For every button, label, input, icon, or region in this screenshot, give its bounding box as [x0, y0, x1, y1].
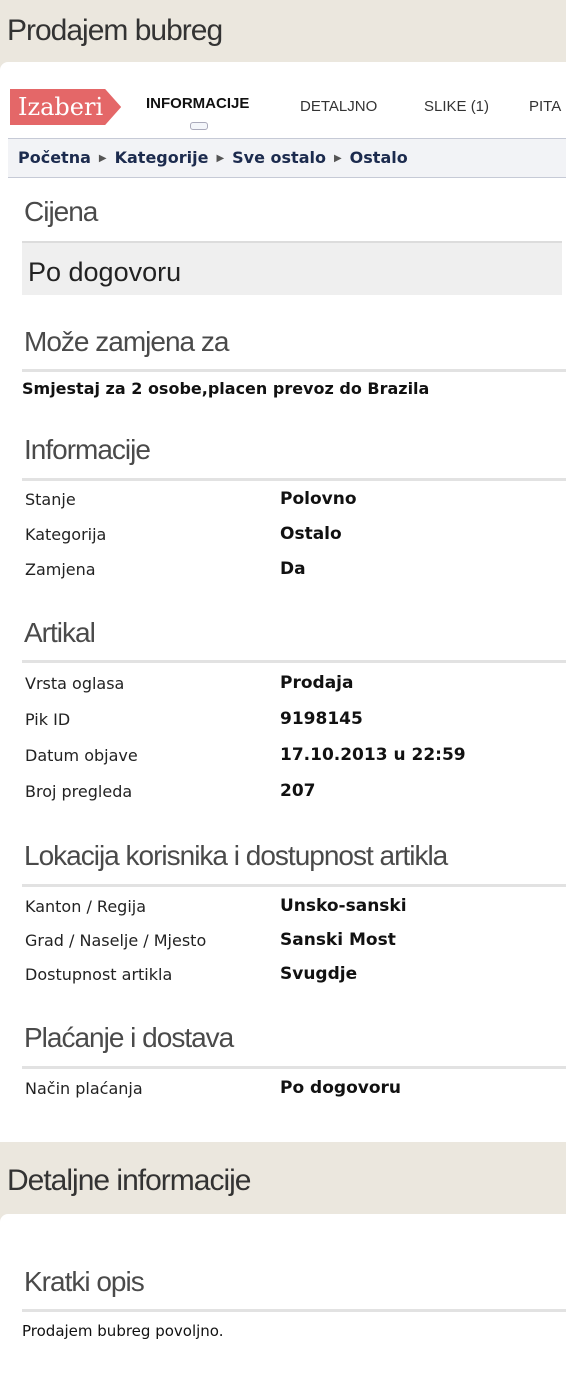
info-label-stanje: Stanje [25, 490, 76, 509]
tab-slike[interactable]: SLIKE (1) [424, 98, 489, 115]
info-label-kategorija: Kategorija [25, 525, 107, 544]
info-value-stanje: Polovno [280, 489, 357, 509]
location-label-grad: Grad / Naselje / Mjesto [25, 931, 207, 950]
short-description-heading: Kratki opis [24, 1266, 145, 1297]
payment-heading: Plaćanje i dostava [24, 1022, 234, 1053]
location-label-kanton: Kanton / Regija [25, 897, 147, 916]
section-divider [22, 1066, 566, 1069]
breadcrumb: Početna ▶ Kategorije ▶ Sve ostalo ▶ Ostalo [8, 138, 566, 178]
article-value-vrsta: Prodaja [280, 673, 354, 693]
active-tab-indicator [190, 122, 208, 130]
listing-card: Izaberi INFORMACIJE DETALJNO SLIKE (1) P… [0, 62, 566, 1142]
article-value-pregleda: 207 [280, 781, 316, 801]
details-title: Detaljne informacije [7, 1164, 251, 1197]
article-value-datum: 17.10.2013 u 22:59 [280, 745, 466, 765]
breadcrumb-link-kategorije[interactable]: Kategorije [115, 148, 209, 167]
tab-pitanja[interactable]: PITA [529, 98, 561, 115]
page-title: Prodajem bubreg [7, 14, 223, 47]
section-divider [22, 478, 566, 481]
breadcrumb-link-pocetna[interactable]: Početna [18, 148, 91, 167]
breadcrumb-link-ostalo[interactable]: Ostalo [350, 148, 408, 167]
location-heading: Lokacija korisnika i dostupnost artikla [24, 840, 448, 871]
details-header: Detaljne informacije [0, 1142, 566, 1214]
short-description-text: Prodajem bubreg povoljno. [22, 1322, 224, 1340]
exchange-text: Smjestaj za 2 osobe,placen prevoz do Bra… [22, 379, 430, 398]
info-heading: Informacije [24, 434, 151, 465]
article-label-pregleda: Broj pregleda [25, 782, 133, 801]
article-label-pik-id: Pik ID [25, 710, 71, 729]
location-label-dostupnost: Dostupnost artikla [25, 965, 173, 984]
article-heading: Artikal [24, 617, 96, 648]
article-label-datum: Datum objave [25, 746, 138, 765]
price-box: Po dogovoru [22, 241, 562, 295]
page-header: Prodajem bubreg [0, 0, 566, 62]
tab-informacije[interactable]: INFORMACIJE [146, 95, 249, 112]
article-value-pik-id: 9198145 [280, 709, 363, 729]
location-value-grad: Sanski Most [280, 930, 396, 950]
location-value-dostupnost: Svugdje [280, 964, 358, 984]
info-value-zamjena: Da [280, 559, 306, 579]
info-value-kategorija[interactable]: Ostalo [280, 524, 342, 544]
tab-bar: Izaberi INFORMACIJE DETALJNO SLIKE (1) P… [0, 62, 566, 138]
section-divider [22, 369, 566, 372]
section-divider [22, 1309, 566, 1312]
price-heading: Cijena [24, 196, 98, 227]
section-divider [22, 660, 566, 663]
tab-detaljno[interactable]: DETALJNO [300, 98, 377, 115]
article-label-vrsta: Vrsta oglasa [25, 674, 125, 693]
breadcrumb-link-sve-ostalo[interactable]: Sve ostalo [232, 148, 326, 167]
location-value-kanton: Unsko-sanski [280, 896, 407, 916]
payment-value-nacin: Po dogovoru [280, 1078, 402, 1098]
price-value: Po dogovoru [28, 257, 182, 287]
izaberi-button[interactable]: Izaberi [10, 89, 121, 125]
chevron-right-icon: ▶ [216, 153, 225, 164]
chevron-right-icon: ▶ [98, 153, 107, 164]
payment-label-nacin: Način plaćanja [25, 1079, 143, 1098]
chevron-right-icon: ▶ [333, 153, 342, 164]
section-divider [22, 884, 566, 887]
info-label-zamjena: Zamjena [25, 560, 96, 579]
details-card: Kratki opis Prodajem bubreg povoljno. [0, 1214, 566, 1376]
exchange-heading: Može zamjena za [24, 326, 229, 357]
